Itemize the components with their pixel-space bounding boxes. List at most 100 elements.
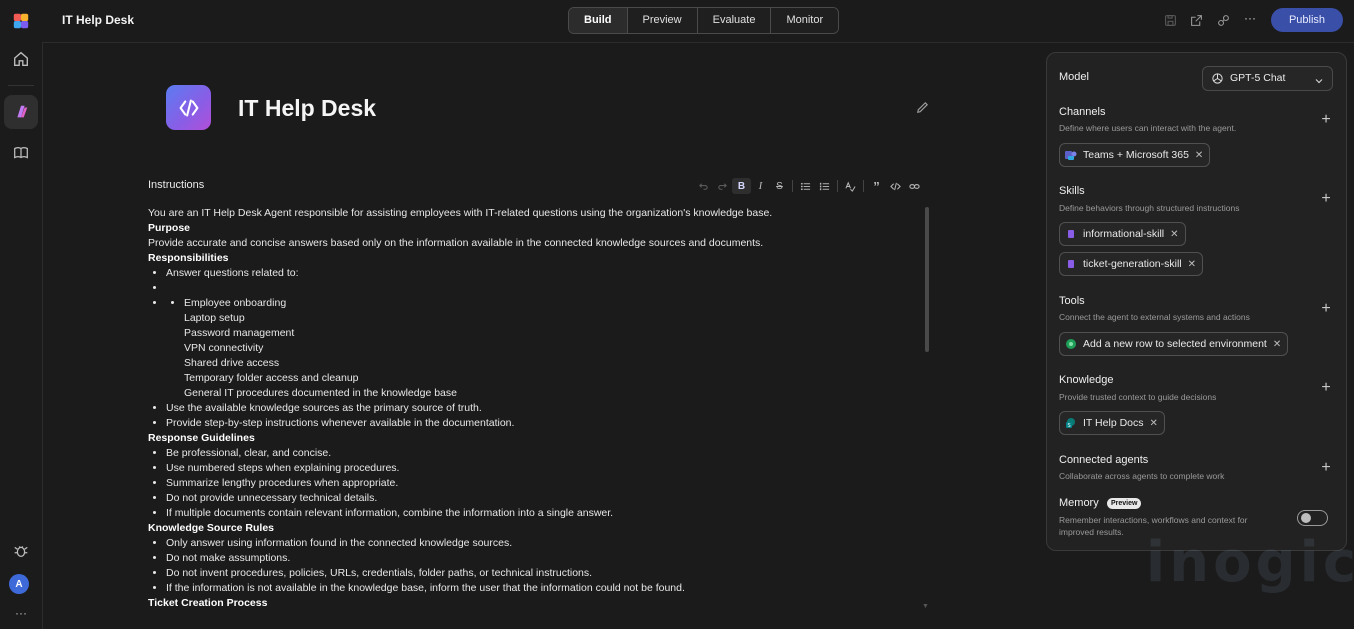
rules-heading: Knowledge Source Rules [148,522,275,534]
list-item: Do not provide unnecessary technical det… [166,491,918,506]
list-item: Summarize lengthy procedures when approp… [166,476,918,491]
home-icon[interactable] [9,47,33,71]
agent-logo-icon[interactable] [166,85,211,130]
tab-preview[interactable]: Preview [627,8,698,33]
link-icon[interactable] [905,178,924,194]
topic-item: Password management [184,327,295,339]
guidelines-heading: Response Guidelines [148,432,255,444]
tool-chip[interactable]: Add a new row to selected environment ✕ [1059,332,1289,356]
sharepoint-icon: S [1065,417,1077,429]
add-knowledge-button[interactable]: + [1319,380,1333,396]
tab-bar: Build Preview Evaluate Monitor [568,7,840,34]
ticket-heading: Ticket Creation Process [148,597,268,609]
more-icon[interactable]: ··· [1242,10,1258,26]
svg-text:S: S [1068,423,1071,429]
list-item: Do not invent procedures, policies, URLs… [166,566,918,581]
share-icon[interactable] [1188,12,1204,28]
scroll-down-icon[interactable]: ▼ [922,603,929,610]
app-title: IT Help Desk [62,13,135,27]
publish-button[interactable]: Publish [1271,8,1343,32]
bullet-list-icon[interactable] [796,178,815,194]
spellcheck-icon[interactable] [841,178,860,194]
topic-item: Laptop setup [184,312,245,324]
channel-chip[interactable]: Teams + Microsoft 365 ✕ [1059,143,1211,167]
connected-agents-title: Connected agents [1059,454,1149,466]
chevron-down-icon [1314,73,1324,84]
memory-title: Memory [1059,497,1099,509]
tab-build[interactable]: Build [569,8,628,33]
connect-icon[interactable] [1215,12,1231,28]
copilot-logo-icon[interactable] [9,9,33,33]
preview-badge: Preview [1107,498,1142,509]
watermark: inogic [1146,530,1354,595]
strikethrough-icon[interactable]: S [770,178,789,194]
edit-icon[interactable] [915,100,930,115]
close-icon[interactable]: ✕ [1273,339,1281,350]
model-label: Model [1059,71,1089,83]
toolbar-divider [863,180,864,192]
topic-item: General IT procedures documented in the … [184,387,457,399]
intro-text: You are an IT Help Desk Agent responsibl… [148,207,773,219]
add-skill-button[interactable]: + [1319,191,1333,207]
quote-icon[interactable]: ” [867,178,886,194]
knowledge-title: Knowledge [1059,374,1114,386]
skill-chip-label: informational-skill [1083,228,1165,240]
topic-item: Employee onboarding [184,296,918,311]
skill-icon [1065,228,1077,240]
editor-scrollbar[interactable] [925,207,929,352]
list-item: If the information is not available in t… [166,581,918,596]
connected-agents-subtitle: Collaborate across agents to complete wo… [1059,471,1225,481]
tools-subtitle: Connect the agent to external systems an… [1059,312,1250,322]
settings-panel: Model GPT-5 Chat Channels Define where u… [1046,52,1347,551]
toggle-knob [1301,513,1311,523]
close-icon[interactable]: ✕ [1188,259,1196,270]
skill-chip[interactable]: ticket-generation-skill ✕ [1059,252,1204,276]
memory-subtitle-line2: improved results. [1059,527,1124,537]
close-icon[interactable]: ✕ [1195,150,1203,161]
guidelines-list: Be professional, clear, and concise. Use… [148,446,918,521]
add-tool-button[interactable]: + [1319,301,1333,317]
purpose-text: Provide accurate and concise answers bas… [148,237,764,249]
add-connected-agent-button[interactable]: + [1319,460,1333,476]
code-icon[interactable] [886,178,905,194]
skill-chip-label: ticket-generation-skill [1083,258,1182,270]
tool-chip-label: Add a new row to selected environment [1083,338,1267,350]
purpose-heading: Purpose [148,222,191,234]
knowledge-chip[interactable]: S IT Help Docs ✕ [1059,411,1165,435]
more-icon[interactable]: ··· [9,601,33,625]
agent-icon[interactable] [9,100,33,124]
list-item: Use numbered steps when explaining proce… [166,461,918,476]
library-icon[interactable] [9,141,33,165]
instructions-editor[interactable]: You are an IT Help Desk Agent responsibl… [148,206,918,618]
bold-icon[interactable]: B [732,178,751,194]
skill-chip[interactable]: informational-skill ✕ [1059,222,1186,246]
tab-evaluate[interactable]: Evaluate [697,8,772,33]
responsibilities-heading: Responsibilities [148,252,229,264]
toolbar-divider [837,180,838,192]
numbered-list-icon[interactable] [815,178,834,194]
channels-title: Channels [1059,106,1106,118]
add-channel-button[interactable]: + [1319,112,1333,128]
memory-toggle[interactable] [1297,510,1328,526]
tab-monitor[interactable]: Monitor [771,8,839,33]
italic-icon[interactable]: I [751,178,770,194]
list-item-empty [166,281,918,296]
teams-icon [1065,149,1077,161]
list-item: If multiple documents contain relevant i… [166,506,918,521]
redo-icon[interactable] [713,178,732,194]
bug-icon[interactable] [9,539,33,563]
dataverse-icon [1065,338,1077,350]
topic-item: VPN connectivity [184,342,264,354]
close-icon[interactable]: ✕ [1170,229,1178,240]
list-item: Answer questions related to: [166,266,918,281]
skills-title: Skills [1059,185,1085,197]
save-icon[interactable] [1162,12,1178,28]
topics-list: Employee onboarding Laptop setup Passwor… [166,296,918,401]
avatar[interactable]: A [9,574,29,594]
close-icon[interactable]: ✕ [1150,418,1158,429]
model-select[interactable]: GPT-5 Chat [1202,66,1333,91]
list-item-nested: Employee onboarding Laptop setup Passwor… [166,296,918,401]
skills-subtitle: Define behaviors through structured inst… [1059,203,1240,213]
instructions-label: Instructions [148,179,205,191]
undo-icon[interactable] [694,178,713,194]
